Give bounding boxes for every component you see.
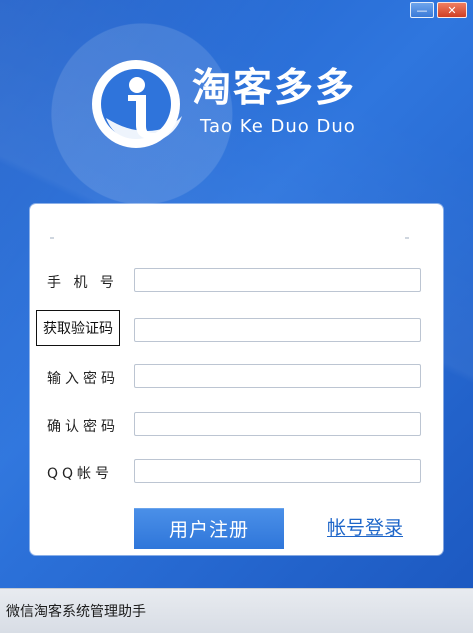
confirm-password-label: 确认密码 (47, 419, 119, 435)
account-login-link[interactable]: 帐号登录 (327, 513, 403, 540)
qq-input[interactable] (134, 459, 421, 483)
brand-logo-icon (92, 60, 182, 148)
brand-name-cn: 淘客多多 (192, 65, 357, 111)
password-input[interactable] (134, 364, 421, 388)
phone-label: 手 机 号 (47, 275, 118, 291)
confirm-password-row: 确认密码 (30, 412, 443, 442)
confirm-password-input[interactable] (134, 412, 421, 436)
phone-row: 手 机 号 (30, 268, 443, 298)
app-window: — ✕ 淘客多多 Tao Ke Duo Duo 手 机 号 获取验证码 输入密码 (0, 0, 473, 633)
status-text: 微信淘客系统管理助手 (6, 604, 146, 620)
phone-input[interactable] (134, 268, 421, 292)
registration-panel: 手 机 号 获取验证码 输入密码 确认密码 QQ帐号 用户注册 帐号登录 (30, 204, 443, 555)
minimize-button[interactable]: — (410, 2, 434, 18)
qq-row: QQ帐号 (30, 459, 443, 489)
sms-code-row (30, 318, 443, 348)
panel-decoration-left (50, 237, 54, 239)
brand-text: 淘客多多 Tao Ke Duo Duo (192, 69, 356, 136)
status-bar: 微信淘客系统管理助手 (0, 588, 473, 633)
register-button[interactable]: 用户注册 (134, 508, 284, 549)
password-label: 输入密码 (47, 371, 119, 387)
window-controls: — ✕ (410, 2, 467, 18)
brand-name-en: Tao Ke Duo Duo (200, 115, 356, 137)
password-row: 输入密码 (30, 364, 443, 394)
panel-decoration-right (405, 237, 409, 239)
close-button[interactable]: ✕ (437, 2, 467, 18)
qq-label: QQ帐号 (47, 466, 114, 482)
sms-code-input[interactable] (134, 318, 421, 342)
brand-header: 淘客多多 Tao Ke Duo Duo (88, 56, 356, 152)
